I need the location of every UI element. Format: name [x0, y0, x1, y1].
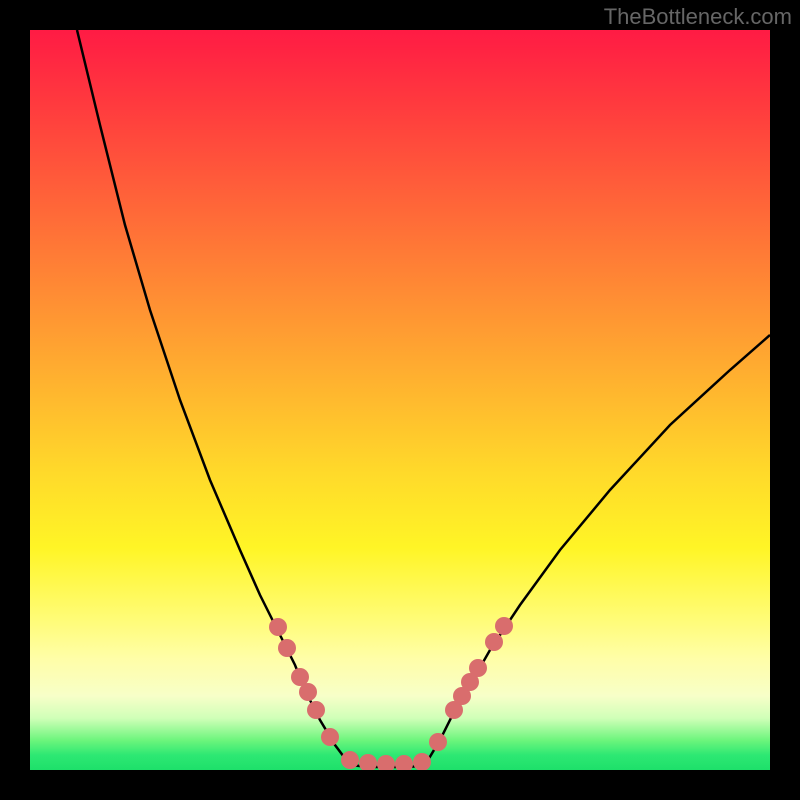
data-marker — [321, 728, 339, 746]
chart-container: TheBottleneck.com — [0, 0, 800, 800]
chart-svg — [30, 30, 770, 770]
data-marker — [377, 755, 395, 770]
data-marker — [485, 633, 503, 651]
data-marker — [299, 683, 317, 701]
curve-line — [77, 30, 770, 767]
plot-area — [30, 30, 770, 770]
data-marker — [341, 751, 359, 769]
data-marker — [307, 701, 325, 719]
attribution-text: TheBottleneck.com — [604, 4, 792, 30]
curve-markers — [269, 617, 513, 770]
data-marker — [495, 617, 513, 635]
data-marker — [469, 659, 487, 677]
data-marker — [278, 639, 296, 657]
data-marker — [429, 733, 447, 751]
data-marker — [359, 754, 377, 770]
data-marker — [413, 753, 431, 770]
data-marker — [269, 618, 287, 636]
data-marker — [395, 755, 413, 770]
